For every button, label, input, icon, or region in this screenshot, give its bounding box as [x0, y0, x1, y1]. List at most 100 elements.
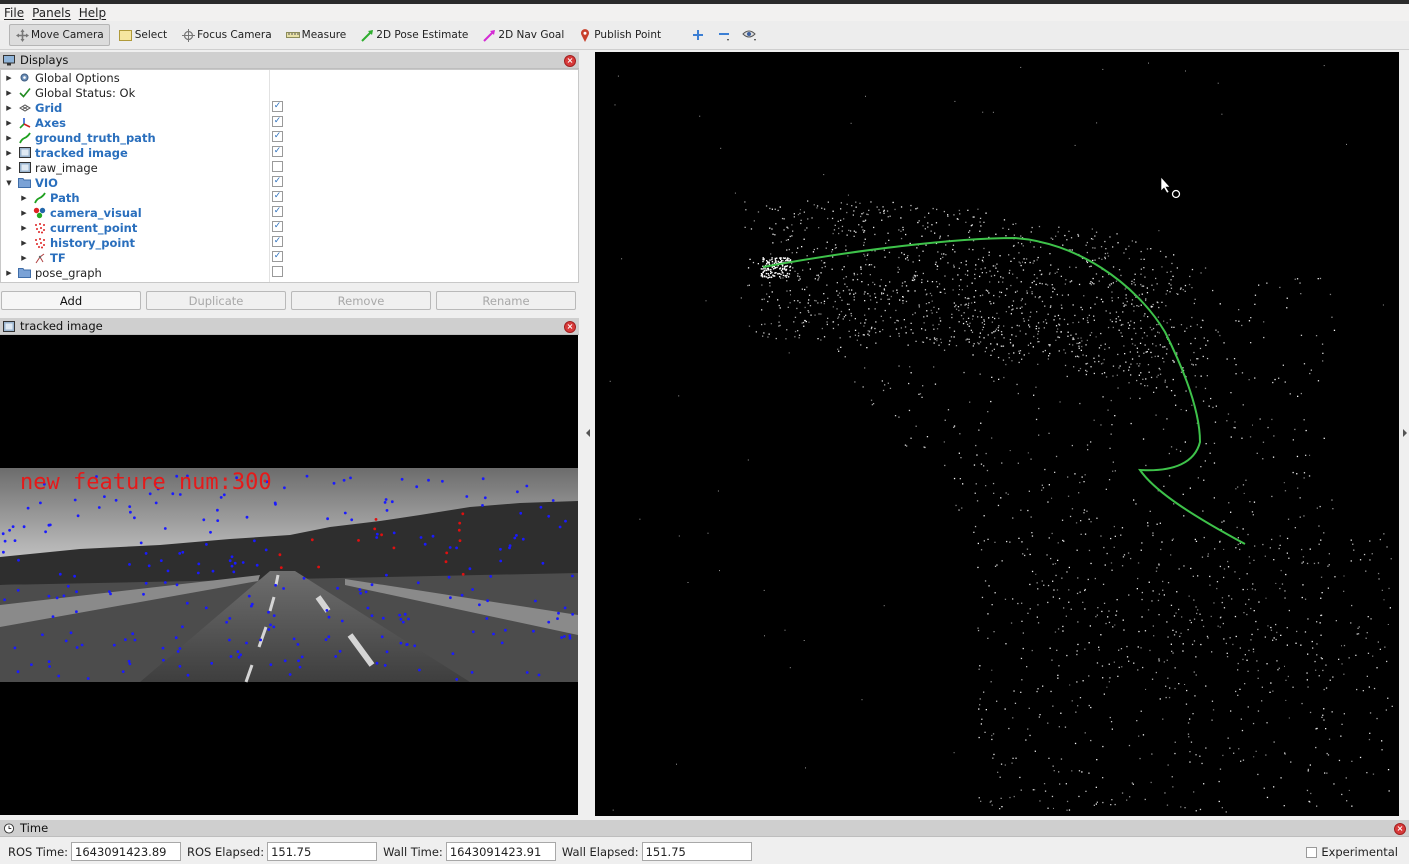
- point-cloud-scene: [609, 62, 1393, 813]
- collapse-arrow-icon: [1403, 429, 1407, 437]
- expand-right-icon[interactable]: ▶: [19, 254, 29, 262]
- display-buttons: Add Duplicate Remove Rename: [0, 291, 579, 310]
- duplicate-button[interactable]: Duplicate: [146, 291, 286, 310]
- measure-tool[interactable]: Measure: [281, 24, 352, 46]
- panel-splitter[interactable]: [579, 52, 595, 816]
- point-cloud: [609, 62, 1393, 813]
- enable-checkbox[interactable]: ✓: [272, 191, 283, 202]
- expand-right-icon[interactable]: ▶: [4, 149, 14, 157]
- display-item[interactable]: ▶ Path ✓: [1, 190, 578, 205]
- expand-right-icon[interactable]: ▶: [4, 89, 14, 97]
- monitor-icon: [3, 54, 15, 65]
- eye-icon[interactable]: [740, 24, 760, 46]
- close-icon[interactable]: ×: [1394, 823, 1406, 835]
- display-item[interactable]: ▶ history_point ✓: [1, 235, 578, 250]
- render-3d-view[interactable]: [595, 52, 1399, 816]
- enable-checkbox[interactable]: ✓: [272, 116, 283, 127]
- time-bar: ROS Time: 1643091423.89 ROS Elapsed: 151…: [0, 839, 1409, 864]
- ros-time-field[interactable]: 1643091423.89: [71, 842, 182, 861]
- plus-icon[interactable]: [688, 24, 708, 46]
- menu-file[interactable]: File: [4, 6, 24, 20]
- display-item[interactable]: ▶ Global Options: [1, 70, 578, 85]
- display-item[interactable]: ▶ raw_image: [1, 160, 578, 175]
- rename-button[interactable]: Rename: [436, 291, 576, 310]
- expand-right-icon[interactable]: ▶: [4, 74, 14, 82]
- expand-right-icon[interactable]: ▶: [4, 269, 14, 277]
- focus-camera-icon: [181, 28, 195, 42]
- pose-estimate-tool[interactable]: 2D Pose Estimate: [355, 24, 473, 46]
- display-item[interactable]: ▶ pose_graph: [1, 265, 578, 280]
- ros-elapsed-field[interactable]: 151.75: [267, 842, 378, 861]
- enable-checkbox[interactable]: ✓: [272, 131, 283, 142]
- close-icon[interactable]: ×: [564, 321, 576, 333]
- image-icon: [18, 146, 31, 159]
- experimental-toggle[interactable]: Experimental: [1306, 845, 1398, 859]
- enable-checkbox[interactable]: ✓: [272, 251, 283, 262]
- menu-help[interactable]: Help: [79, 6, 106, 20]
- display-item[interactable]: ▶ Grid ✓: [1, 100, 578, 115]
- select-icon: [119, 28, 133, 42]
- display-item[interactable]: ▶ current_point ✓: [1, 220, 578, 235]
- ros-elapsed-label: ROS Elapsed:: [187, 844, 265, 859]
- enable-checkbox[interactable]: ✓: [272, 221, 283, 232]
- path-icon: [33, 191, 46, 204]
- minus-icon[interactable]: [714, 24, 734, 46]
- remove-button[interactable]: Remove: [291, 291, 431, 310]
- display-item[interactable]: ▶ Axes ✓: [1, 115, 578, 130]
- add-button[interactable]: Add: [1, 291, 141, 310]
- panel-splitter-right[interactable]: [1399, 52, 1409, 816]
- pointcloud-icon: [33, 221, 46, 234]
- time-panel-title: Time ×: [0, 820, 1409, 837]
- display-item-label: Global Status: Ok: [35, 85, 136, 100]
- wall-elapsed-label: Wall Elapsed:: [561, 844, 639, 859]
- enable-checkbox[interactable]: [272, 266, 283, 277]
- display-item-label: TF: [50, 250, 66, 265]
- expand-right-icon[interactable]: ▶: [4, 164, 14, 172]
- display-item[interactable]: ▶ TF ✓: [1, 250, 578, 265]
- expand-right-icon[interactable]: ▶: [4, 119, 14, 127]
- enable-checkbox[interactable]: [272, 161, 283, 172]
- ros-time-label: ROS Time:: [8, 844, 69, 859]
- ruler-icon: [285, 28, 300, 42]
- enable-checkbox[interactable]: ✓: [272, 206, 283, 217]
- enable-checkbox[interactable]: ✓: [272, 101, 283, 112]
- expand-right-icon[interactable]: ▶: [4, 134, 14, 142]
- tf-icon: [33, 251, 46, 264]
- expand-right-icon[interactable]: ▶: [19, 194, 29, 202]
- display-item[interactable]: ▶ ground_truth_path ✓: [1, 130, 578, 145]
- pointcloud-icon: [33, 236, 46, 249]
- enable-checkbox[interactable]: ✓: [272, 146, 283, 157]
- select-tool[interactable]: Select: [114, 24, 172, 46]
- display-item[interactable]: ▶ tracked image ✓: [1, 145, 578, 160]
- menu-panels[interactable]: Panels: [32, 6, 71, 20]
- green-arrow-icon: [360, 28, 374, 42]
- expand-right-icon[interactable]: ▶: [19, 224, 29, 232]
- focus-camera-tool[interactable]: Focus Camera: [176, 24, 277, 46]
- experimental-checkbox[interactable]: [1306, 846, 1318, 858]
- expand-down-icon[interactable]: ▼: [4, 179, 14, 187]
- nav-goal-tool[interactable]: 2D Nav Goal: [477, 24, 569, 46]
- enable-checkbox[interactable]: ✓: [272, 236, 283, 247]
- expand-right-icon[interactable]: ▶: [4, 104, 14, 112]
- tracked-image-panel-title: tracked image ×: [0, 318, 579, 335]
- expand-right-icon[interactable]: ▶: [19, 209, 29, 217]
- axes-icon: [18, 116, 31, 129]
- tracked-image-view[interactable]: new feature num:300: [0, 335, 578, 815]
- display-item[interactable]: ▶ camera_visual ✓: [1, 205, 578, 220]
- close-icon[interactable]: ×: [564, 55, 576, 67]
- tool-label: 2D Pose Estimate: [376, 29, 469, 41]
- wall-time-field[interactable]: 1643091423.91: [445, 842, 556, 861]
- display-item[interactable]: ▼ VIO ✓: [1, 175, 578, 190]
- image-icon: [18, 161, 31, 174]
- expand-right-icon[interactable]: ▶: [19, 239, 29, 247]
- rviz-window: File Panels Help Move Camera Select Focu…: [0, 0, 1409, 864]
- wall-elapsed-field[interactable]: 151.75: [641, 842, 752, 861]
- publish-point-tool[interactable]: Publish Point: [573, 24, 666, 46]
- tool-label: Focus Camera: [197, 29, 272, 41]
- display-item[interactable]: ▶ Global Status: Ok: [1, 85, 578, 100]
- wall-time-label: Wall Time:: [383, 844, 443, 859]
- enable-checkbox[interactable]: ✓: [272, 176, 283, 187]
- tool-label: Select: [134, 29, 168, 41]
- menu-bar: File Panels Help: [0, 4, 1409, 21]
- move-camera-tool[interactable]: Move Camera: [9, 24, 110, 46]
